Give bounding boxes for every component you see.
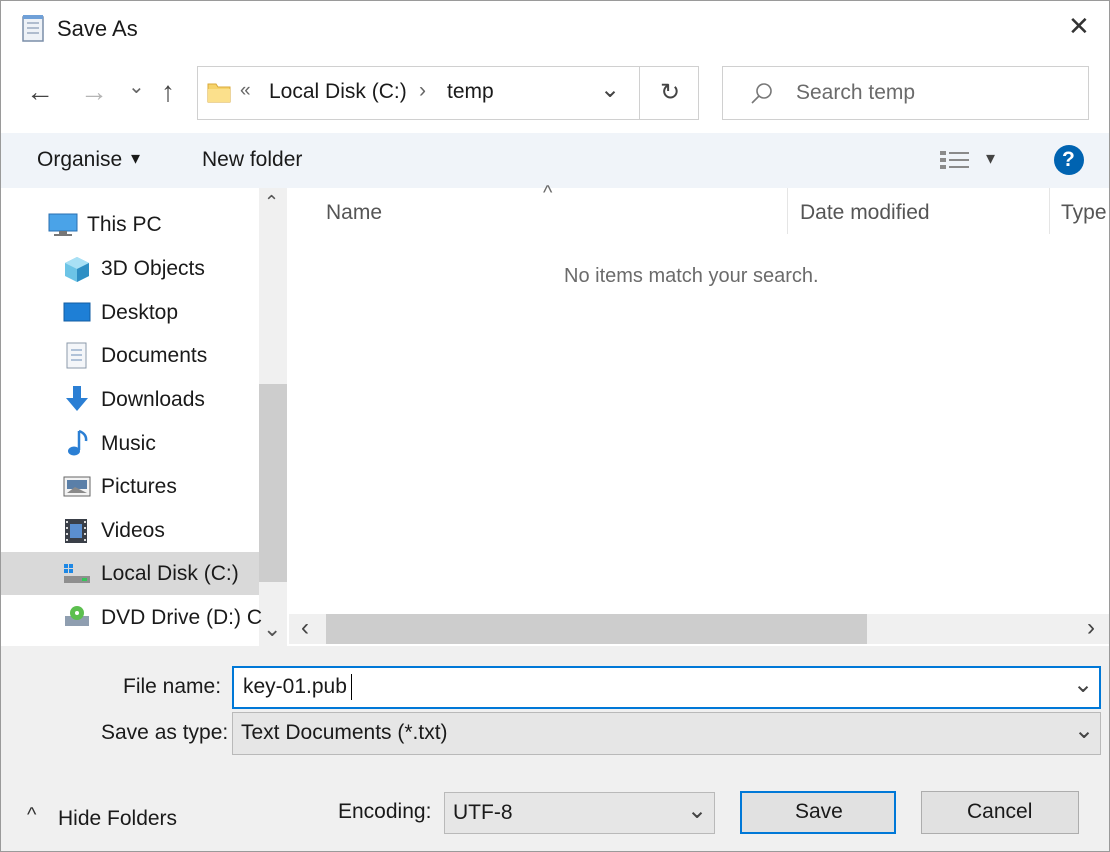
window-title: Save As (57, 16, 138, 41)
encoding-select[interactable]: UTF-8 ⌄ (444, 792, 715, 834)
sidebar-item-label: This PC (87, 213, 162, 236)
view-options-icon[interactable] (939, 149, 971, 171)
cancel-button-label: Cancel (967, 800, 1033, 823)
column-divider[interactable] (1049, 188, 1050, 234)
sidebar-item-label: DVD Drive (D:) C (101, 606, 262, 629)
empty-message: No items match your search. (564, 265, 819, 287)
column-divider[interactable] (787, 188, 788, 234)
sidebar-item-label: Desktop (101, 301, 179, 324)
sidebar-item-pictures[interactable]: Pictures (1, 465, 259, 508)
file-name-value: key-01.pub (243, 675, 347, 698)
sidebar-item-label: Music (101, 432, 156, 455)
music-icon (68, 429, 88, 456)
sidebar-item-label: 3D Objects (101, 257, 205, 280)
navigation-bar: ← → ⌄ ↑ « Local Disk (C:) › temp ⌄ ↻ Sea… (1, 56, 1109, 133)
sort-ascending-icon: ^ (543, 182, 553, 204)
hide-folders-chevron-icon[interactable]: ^ (27, 804, 36, 827)
breadcrumb-temp[interactable]: temp (447, 80, 494, 104)
downloads-icon (66, 386, 88, 411)
close-icon[interactable]: ✕ (1068, 11, 1090, 42)
scroll-down-icon[interactable]: ⌄ (263, 616, 281, 642)
sidebar-scrollbar[interactable]: ⌃ ⌄ (259, 188, 287, 646)
cancel-button[interactable]: Cancel (921, 791, 1079, 834)
videos-icon (65, 519, 87, 543)
help-icon[interactable]: ? (1054, 145, 1084, 175)
command-bar: Organise ▾ New folder ▾ ? (1, 133, 1109, 188)
save-as-dialog: Save As ✕ ← → ⌄ ↑ « Local Disk (C:) › te… (0, 0, 1110, 852)
new-folder-button[interactable]: New folder (202, 148, 302, 172)
save-as-type-select[interactable]: Text Documents (*.txt) ⌄ (232, 712, 1101, 755)
sidebar-item-label: Local Disk (C:) (101, 562, 239, 585)
path-overflow-icon[interactable]: « (240, 80, 251, 102)
scroll-right-icon[interactable]: › (1087, 614, 1095, 642)
sidebar-item-videos[interactable]: Videos (1, 509, 259, 552)
back-arrow-icon[interactable]: ← (26, 76, 54, 108)
save-options-panel: File name: key-01.pub ⌄ Save as type: Te… (1, 646, 1109, 851)
search-icon (751, 83, 772, 104)
sidebar-item-desktop[interactable]: Desktop (1, 291, 259, 334)
encoding-value: UTF-8 (453, 801, 513, 824)
save-as-type-label: Save as type: (101, 721, 229, 744)
dvd-drive-icon (65, 606, 89, 626)
computer-icon (48, 213, 78, 236)
search-input[interactable]: Search temp (796, 81, 915, 105)
save-as-type-dropdown-icon[interactable]: ⌄ (1074, 716, 1094, 745)
pictures-icon (63, 476, 91, 497)
desktop-icon (63, 302, 91, 322)
forward-arrow-icon[interactable]: → (80, 76, 108, 108)
documents-icon (66, 342, 87, 369)
up-arrow-icon[interactable]: ↑ (161, 76, 175, 108)
organise-button[interactable]: Organise (37, 148, 122, 172)
refresh-icon: ↻ (660, 79, 681, 106)
scroll-left-icon[interactable]: ‹ (301, 614, 309, 642)
encoding-label: Encoding: (338, 800, 432, 823)
search-box[interactable]: Search temp (722, 66, 1089, 120)
sidebar-item-label: Documents (101, 344, 208, 367)
sidebar-item-label: Pictures (101, 475, 177, 498)
sidebar-item-label: Downloads (101, 388, 205, 411)
breadcrumb-local-disk[interactable]: Local Disk (C:) (269, 80, 407, 104)
save-as-type-value: Text Documents (*.txt) (241, 721, 448, 744)
column-header-date-modified[interactable]: Date modified (800, 201, 930, 225)
navigation-pane: ⌃ ⌄ This PC 3D Objects Desktop Documents… (1, 188, 289, 646)
help-glyph: ? (1062, 148, 1075, 171)
sidebar-item-3d-objects[interactable]: 3D Objects (1, 247, 259, 290)
hide-folders-button[interactable]: Hide Folders (58, 807, 177, 831)
column-header-name[interactable]: Name (326, 201, 382, 225)
folder-icon (207, 83, 231, 103)
3d-objects-icon (65, 257, 89, 282)
recent-locations-chevron-icon[interactable]: ⌄ (128, 74, 145, 99)
refresh-button[interactable]: ↻ (639, 66, 699, 120)
save-button-label: Save (795, 800, 843, 823)
sidebar-item-label: Videos (101, 519, 165, 542)
title-bar: Save As ✕ (1, 1, 1109, 56)
file-name-dropdown-icon[interactable]: ⌄ (1073, 670, 1093, 699)
file-list: ^ Name Date modified Type No items match… (289, 182, 1109, 646)
save-button[interactable]: Save (740, 791, 896, 834)
sidebar-item-this-pc[interactable]: This PC (1, 203, 259, 246)
sidebar-item-music[interactable]: Music (1, 422, 259, 465)
horizontal-scrollbar[interactable]: ‹ › (289, 614, 1109, 644)
sidebar-item-local-disk[interactable]: Local Disk (C:) (1, 552, 259, 595)
horizontal-scroll-thumb[interactable] (326, 614, 867, 644)
file-name-label: File name: (123, 675, 222, 698)
organise-caret-icon[interactable]: ▾ (131, 148, 140, 169)
encoding-dropdown-icon[interactable]: ⌄ (687, 796, 707, 825)
text-cursor (351, 674, 352, 700)
sidebar-item-dvd-drive[interactable]: DVD Drive (D:) C (1, 596, 262, 639)
file-name-input[interactable]: key-01.pub ⌄ (232, 666, 1101, 709)
breadcrumb-separator-icon: › (419, 79, 426, 102)
address-dropdown-icon[interactable]: ⌄ (600, 75, 620, 104)
address-bar[interactable]: « Local Disk (C:) › temp ⌄ (197, 66, 640, 120)
sidebar-item-downloads[interactable]: Downloads (1, 378, 259, 421)
local-disk-icon (64, 564, 90, 583)
sidebar-scroll-thumb[interactable] (259, 384, 287, 582)
view-caret-icon[interactable]: ▾ (986, 148, 995, 169)
notepad-icon (22, 15, 44, 42)
column-header-type[interactable]: Type (1061, 201, 1107, 225)
scroll-up-icon[interactable]: ⌃ (264, 192, 279, 213)
sidebar-item-documents[interactable]: Documents (1, 334, 259, 377)
